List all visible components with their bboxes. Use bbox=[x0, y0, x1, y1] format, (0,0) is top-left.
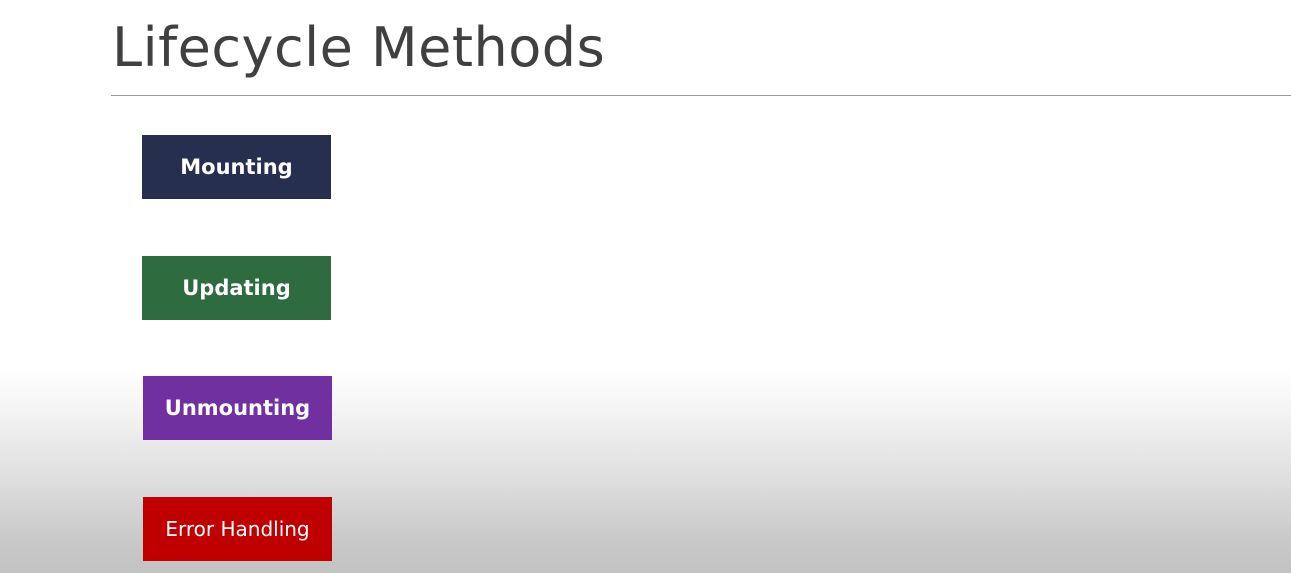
mounting-box[interactable]: Mounting bbox=[142, 135, 331, 199]
slide-title: Lifecycle Methods bbox=[112, 16, 606, 79]
error-handling-label: Error Handling bbox=[165, 517, 310, 541]
updating-label: Updating bbox=[182, 276, 291, 300]
unmounting-label: Unmounting bbox=[164, 396, 311, 420]
unmounting-box[interactable]: Unmounting bbox=[143, 376, 332, 440]
updating-box[interactable]: Updating bbox=[142, 256, 331, 320]
title-divider bbox=[111, 95, 1291, 96]
mounting-label: Mounting bbox=[180, 155, 293, 179]
error-handling-box[interactable]: Error Handling bbox=[143, 497, 332, 561]
